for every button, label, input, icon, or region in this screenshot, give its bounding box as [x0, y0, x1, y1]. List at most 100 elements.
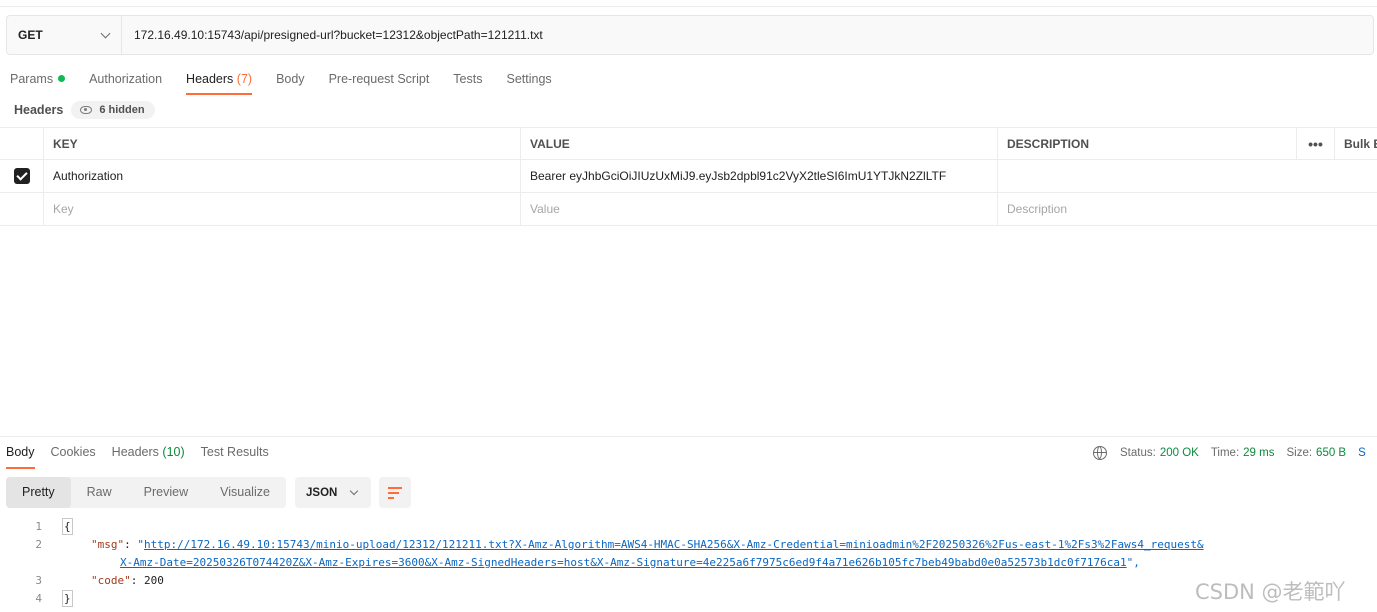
line-number: 4 [35, 592, 42, 605]
method-label: GET [18, 28, 43, 42]
more-icon: ••• [1308, 135, 1323, 152]
json-quote: " [137, 538, 144, 551]
resp-tab-cookies[interactable]: Cookies [51, 440, 96, 468]
new-value-input[interactable]: Value [520, 193, 998, 225]
response-pane-resizer[interactable] [0, 436, 1377, 437]
json-value-code: 200 [144, 574, 164, 587]
globe-icon[interactable] [1093, 446, 1107, 460]
response-status-bar: Status: 200 OK Time: 29 ms Size: 650 B S [1093, 446, 1366, 460]
tab-authorization[interactable]: Authorization [89, 66, 162, 95]
status-label: Status: [1120, 447, 1156, 459]
headers-table: KEY VALUE DESCRIPTION ••• Bulk E Authori… [0, 127, 1377, 226]
new-description-input[interactable]: Description [997, 193, 1297, 225]
table-row: Authorization Bearer eyJhbGciOiJIUzUxMiJ… [0, 160, 1377, 193]
tab-label: Headers [186, 72, 234, 86]
line-number: 1 [35, 520, 42, 533]
eye-icon [80, 106, 93, 114]
more-options-button[interactable]: ••• [1296, 128, 1334, 159]
size-info[interactable]: Size: 650 B [1286, 447, 1346, 459]
resp-tab-body[interactable]: Body [6, 440, 35, 469]
tab-pre-request-script[interactable]: Pre-request Script [329, 66, 430, 95]
view-raw[interactable]: Raw [71, 477, 128, 508]
tab-label: Params [10, 72, 54, 86]
hidden-count: 6 hidden [99, 104, 145, 116]
tab-label: Body [6, 445, 35, 459]
view-preview[interactable]: Preview [128, 477, 204, 508]
wrap-lines-button[interactable] [379, 477, 411, 508]
json-colon: : [130, 574, 144, 587]
check-column-header [0, 128, 43, 159]
table-row-new: Key Value Description [0, 193, 1377, 226]
save-response-button[interactable]: S [1358, 447, 1366, 459]
view-visualize[interactable]: Visualize [204, 477, 286, 508]
response-body-editor[interactable]: 1 { 2 "msg": "http://172.16.49.10:15743/… [0, 518, 1377, 608]
description-column-header: DESCRIPTION [997, 128, 1297, 159]
size-label: Size: [1286, 447, 1313, 459]
time-value: 29 ms [1243, 447, 1275, 459]
code-line: 3 "code": 200 [0, 572, 1377, 590]
hidden-headers-toggle[interactable]: 6 hidden [71, 101, 155, 119]
tab-count: (10) [162, 445, 185, 459]
json-quote-close: ", [1126, 556, 1140, 569]
status-value: 200 OK [1159, 447, 1199, 459]
code-line: 1 { [0, 518, 1377, 536]
close-brace: } [62, 590, 73, 607]
wrap-lines-icon [388, 486, 402, 499]
row-checkbox-empty [0, 193, 43, 225]
value-column-header: VALUE [520, 128, 998, 159]
line-number: 2 [35, 538, 42, 551]
tab-label: Test Results [200, 445, 269, 459]
resp-tab-headers[interactable]: Headers (10) [112, 440, 185, 468]
chevron-down-icon [100, 28, 111, 38]
request-tabs: Params Authorization Headers (7) Body Pr… [10, 66, 576, 96]
tab-label: Headers [111, 445, 159, 459]
presigned-url-link[interactable]: http://172.16.49.10:15743/minio-upload/1… [144, 538, 1204, 551]
time-label: Time: [1210, 447, 1240, 459]
status-info[interactable]: Status: 200 OK [1120, 447, 1199, 459]
view-mode-selector: Pretty Raw Preview Visualize [6, 477, 286, 508]
watermark: CSDN @老範吖 [1195, 580, 1346, 604]
tab-settings[interactable]: Settings [506, 66, 551, 95]
headers-section-label: Headers [14, 103, 64, 117]
header-value-input[interactable]: Bearer eyJhbGciOiJIUzUxMiJ9.eyJsb2dpbl91… [520, 160, 998, 192]
table-header-row: KEY VALUE DESCRIPTION ••• Bulk E [0, 127, 1377, 160]
params-active-dot-icon [58, 75, 66, 82]
code-line-wrapped: X-Amz-Date=20250326T074420Z&X-Amz-Expire… [0, 554, 1377, 572]
json-colon: : [124, 538, 138, 551]
method-select[interactable]: GET [7, 16, 122, 54]
url-input[interactable]: 172.16.49.10:15743/api/presigned-url?buc… [122, 28, 543, 42]
code-line: 2 "msg": "http://172.16.49.10:15743/mini… [0, 536, 1377, 554]
tab-label: Tests [453, 72, 483, 86]
tab-tests[interactable]: Tests [453, 66, 482, 95]
tab-headers[interactable]: Headers (7) [186, 66, 253, 95]
tab-body[interactable]: Body [276, 66, 305, 95]
checkbox-checked-icon [13, 168, 30, 184]
header-description-input[interactable] [997, 160, 1297, 192]
chevron-down-icon [350, 486, 359, 495]
response-tabs: Body Cookies Headers (10) Test Results [6, 440, 285, 469]
key-column-header: KEY [43, 128, 521, 159]
time-info[interactable]: Time: 29 ms [1211, 447, 1275, 459]
url-bar: GET 172.16.49.10:15743/api/presigned-url… [6, 15, 1374, 55]
presigned-url-link-continued[interactable]: X-Amz-Date=20250326T074420Z&X-Amz-Expire… [120, 556, 1127, 569]
new-key-input[interactable]: Key [43, 193, 521, 225]
row-checkbox[interactable] [0, 160, 43, 192]
bulk-edit-button[interactable]: Bulk E [1334, 128, 1377, 159]
tab-label: Cookies [50, 445, 96, 459]
code-line: 4 } [0, 590, 1377, 608]
size-value: 650 B [1316, 447, 1347, 459]
header-key-input[interactable]: Authorization [43, 160, 521, 192]
open-brace: { [62, 518, 73, 535]
top-divider [0, 6, 1377, 7]
view-pretty[interactable]: Pretty [6, 477, 71, 508]
json-key-msg: "msg" [91, 538, 125, 551]
json-key-code: "code" [91, 574, 131, 587]
tab-label: Pre-request Script [328, 72, 430, 86]
line-number: 3 [35, 574, 42, 587]
format-select[interactable]: JSON [295, 477, 371, 508]
resp-tab-test-results[interactable]: Test Results [201, 440, 269, 468]
format-label: JSON [306, 486, 338, 499]
headers-section-header: Headers 6 hidden [14, 101, 155, 119]
tab-count: (7) [236, 72, 253, 86]
tab-params[interactable]: Params [10, 66, 66, 95]
